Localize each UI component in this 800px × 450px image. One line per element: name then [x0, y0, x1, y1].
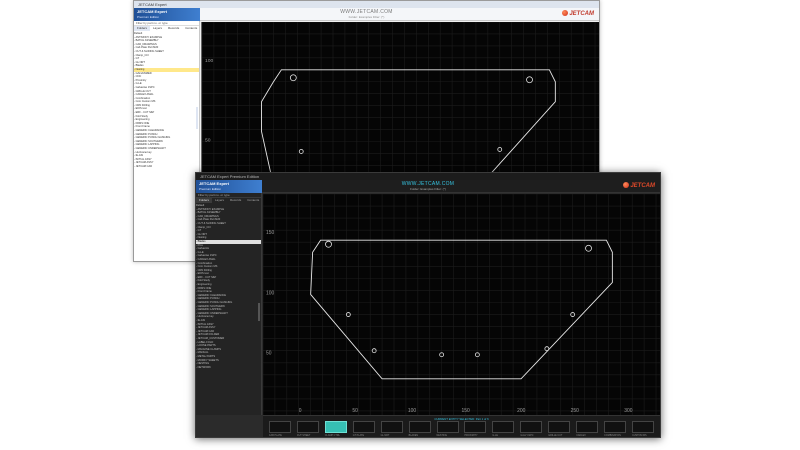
grid-lines — [263, 194, 660, 415]
part-thumbnail[interactable] — [576, 421, 599, 433]
back-window-header: JETCAM Expert Premium Edition WWW.JETCAM… — [134, 8, 599, 21]
tab-layers[interactable]: Layers — [212, 198, 227, 203]
tab-layers[interactable]: Layers — [150, 26, 165, 31]
front-folder-tree: Default - ANTIMONY EXAMPLE - BATCH ASSEMBL… — [196, 203, 261, 369]
part-hole[interactable] — [585, 244, 592, 252]
x-tick-label: 100 — [408, 408, 416, 414]
back-sidebar-tabs: Folders Layers Records Contents — [134, 26, 199, 31]
part-thumbnail[interactable] — [352, 421, 375, 433]
part-hole[interactable] — [289, 74, 297, 82]
x-tick-label: 0 — [299, 408, 302, 414]
x-tick-label: 300 — [624, 408, 632, 414]
thumbnail-caption: CLAMP CTRL — [324, 434, 340, 437]
thumbnail-caption: GRILLE CUT — [548, 434, 563, 437]
front-window-titlebar: JETCAM Expert Premium Edition — [196, 173, 660, 180]
tab-folders[interactable]: Folders — [196, 198, 213, 203]
part-thumbnail[interactable] — [492, 421, 515, 433]
front-brand-text: JETCAM — [630, 183, 655, 189]
front-sidebar: Filter by part no. or type Folders Layers… — [196, 193, 262, 415]
thumbnail-caption: GALV 1SPC — [520, 434, 534, 437]
part-thumbnail[interactable] — [268, 421, 291, 433]
y-tick-label: 100 — [266, 290, 274, 296]
tree-item[interactable]: - NETWORK — [196, 366, 261, 370]
back-folder-tree: Default - ANTIMONY EXAMPLE - BATCH ASSEMBL… — [134, 31, 199, 169]
front-part-drawing[interactable]: 150 100 50 0 50 100 150 200 250 300 — [263, 194, 660, 415]
front-app-window: JETCAM Expert Premium Edition JETCAM Exp… — [195, 172, 661, 438]
tab-contents[interactable]: Contents — [244, 198, 262, 203]
front-drawing-canvas[interactable]: 150 100 50 0 50 100 150 200 250 300 — [263, 194, 660, 415]
part-thumbnail[interactable] — [408, 421, 431, 433]
part-thumbnail[interactable] — [380, 421, 403, 433]
part-thumbnail[interactable] — [520, 421, 543, 433]
back-sidebar: Filter by part no. or type Folders Layers… — [134, 21, 200, 261]
back-brand-text: JETCAM — [569, 11, 594, 17]
tab-folders[interactable]: Folders — [134, 26, 151, 31]
part-outline[interactable] — [310, 239, 613, 380]
jetcam-swirl-icon — [562, 10, 569, 16]
tab-contents[interactable]: Contents — [182, 26, 200, 31]
y-tick-label: 100 — [205, 58, 214, 64]
jetcam-swirl-icon — [623, 182, 630, 188]
y-axis-ticks: 150 100 50 — [266, 230, 274, 357]
front-folder-info: Folder: Examples Filter: (*) — [410, 187, 446, 191]
thumbnail-caption: CAB PLATE — [268, 434, 282, 437]
front-window-header: JETCAM Expert Premium Edition WWW.JETCAM… — [196, 180, 660, 193]
x-tick-label: 50 — [352, 408, 358, 414]
x-tick-label: 250 — [571, 408, 579, 414]
back-window-titlebar: JETCAM Expert — [134, 1, 599, 8]
thumbnail-caption: CADLEX — [576, 434, 586, 437]
thumbnail-caption: GT PLATE — [352, 434, 365, 437]
back-folder-info: Folder: Examples Filter: (*) — [348, 15, 385, 19]
tab-records[interactable]: Records — [165, 26, 182, 31]
x-tick-label: 150 — [462, 408, 470, 414]
thumbnail-caption: G-LE — [492, 434, 498, 437]
part-thumbnail-strip: CURRENT ENTITY SELECTED: Part 1 of 6 CAB… — [263, 415, 660, 437]
part-geometry[interactable] — [310, 239, 613, 380]
part-hole[interactable] — [298, 149, 304, 154]
y-tick-label: 50 — [205, 137, 211, 143]
thumbnail-caption: CUSTOM MS — [632, 434, 647, 437]
part-thumbnail[interactable] — [632, 421, 655, 433]
y-tick-label: 50 — [266, 351, 272, 357]
back-tree-scrollbar[interactable] — [196, 107, 198, 129]
thumbnail-caption: CUT SHEET — [296, 434, 311, 437]
tree-item[interactable]: - JETCAM CAD — [134, 165, 199, 169]
front-tree-scrollbar[interactable] — [258, 303, 260, 321]
front-brand-logo: JETCAM — [623, 182, 655, 189]
part-thumbnail[interactable] — [604, 421, 627, 433]
part-thumbnail[interactable] — [464, 421, 487, 433]
part-thumbnail[interactable] — [324, 421, 347, 433]
thumbnail-caption: GL NRT — [380, 434, 390, 437]
thumbnail-strip-status: CURRENT ENTITY SELECTED: Part 1 of 6 — [434, 417, 489, 421]
thumbnail-caption: PROXIMITY — [464, 434, 478, 437]
part-hole[interactable] — [544, 346, 550, 352]
y-axis-ticks: 100 50 — [205, 58, 214, 144]
tab-records[interactable]: Records — [227, 198, 244, 203]
back-brand-logo: JETCAM — [562, 10, 594, 17]
thumbnail-caption: BLADES — [408, 434, 419, 437]
front-sidebar-tabs: Folders Layers Records Contents — [196, 198, 261, 203]
part-thumbnail[interactable] — [548, 421, 571, 433]
y-tick-label: 150 — [266, 230, 274, 236]
part-thumbnail[interactable] — [296, 421, 319, 433]
part-thumbnail[interactable] — [436, 421, 459, 433]
thumbnail-caption: COMBINATION — [604, 434, 621, 437]
x-tick-label: 200 — [517, 408, 525, 414]
thumbnail-caption: NESTING — [436, 434, 448, 437]
